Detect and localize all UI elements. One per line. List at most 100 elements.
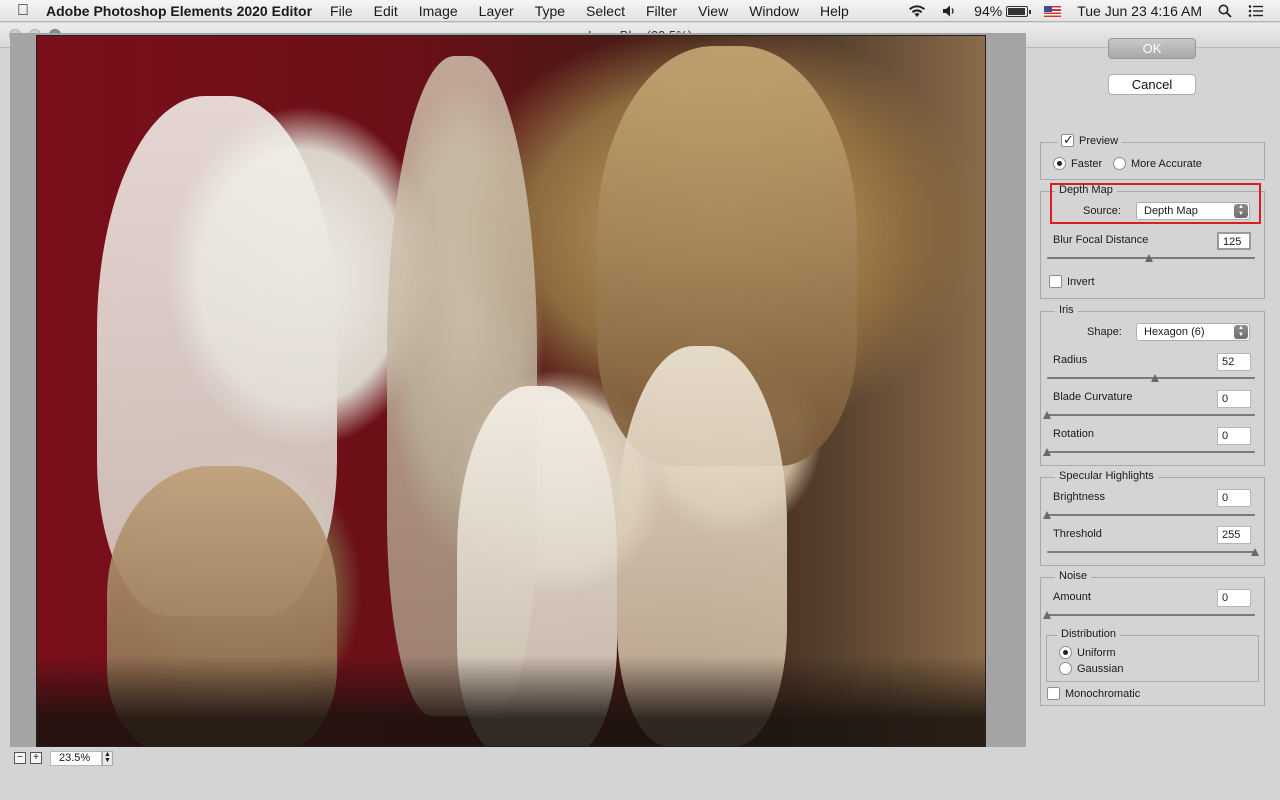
shape-label: Shape:	[1087, 326, 1122, 338]
menu-bar:  Adobe Photoshop Elements 2020 Editor F…	[0, 0, 1280, 22]
noise-legend: Noise	[1055, 570, 1092, 582]
menu-image[interactable]: Image	[419, 3, 458, 19]
slider-thumb[interactable]	[1043, 511, 1051, 520]
battery-percent: 94%	[974, 3, 1003, 19]
amount-slider[interactable]	[1043, 611, 1255, 619]
invert-label: Invert	[1067, 275, 1095, 288]
apple-icon[interactable]: 	[0, 2, 46, 20]
annotation-highlight-box	[1050, 183, 1261, 224]
ok-button[interactable]: OK	[1108, 38, 1196, 59]
battery-indicator[interactable]: 94%	[974, 3, 1032, 19]
distribution-group: Distribution Uniform Gaussian	[1046, 628, 1259, 682]
slider-thumb[interactable]	[1251, 548, 1259, 557]
rotation-slider[interactable]	[1043, 448, 1255, 456]
menu-help[interactable]: Help	[820, 3, 849, 19]
slider-thumb[interactable]	[1043, 611, 1051, 620]
noise-group: Noise Amount 0 Distribution Uniform Gaus…	[1040, 570, 1265, 706]
slider-track	[1047, 514, 1255, 516]
amount-field[interactable]: 0	[1217, 589, 1251, 607]
radius-slider[interactable]	[1047, 374, 1255, 382]
volume-icon[interactable]	[942, 4, 958, 18]
menu-select[interactable]: Select	[586, 3, 625, 19]
menu-edit[interactable]: Edit	[374, 3, 398, 19]
preview-legend: Preview	[1057, 132, 1123, 148]
brightness-slider[interactable]	[1043, 511, 1255, 519]
preview-label: Preview	[1079, 134, 1119, 147]
preview-group: Preview Faster More Accurate	[1040, 132, 1265, 180]
more-accurate-option[interactable]: More Accurate	[1113, 157, 1202, 170]
threshold-label: Threshold	[1053, 528, 1102, 540]
blur-focal-distance-field[interactable]: 125	[1217, 232, 1251, 250]
slider-thumb[interactable]	[1043, 411, 1051, 420]
slider-track	[1047, 614, 1255, 616]
slider-track	[1047, 551, 1255, 553]
chevron-updown-icon: ▲ ▼	[1234, 325, 1248, 339]
blur-focal-distance-slider[interactable]	[1047, 254, 1255, 262]
specular-highlights-legend: Specular Highlights	[1055, 470, 1158, 482]
faster-option[interactable]: Faster	[1053, 157, 1102, 170]
threshold-slider[interactable]	[1047, 548, 1259, 556]
more-accurate-label: More Accurate	[1131, 157, 1202, 170]
rotation-field[interactable]: 0	[1217, 427, 1251, 445]
slider-thumb[interactable]	[1151, 374, 1160, 383]
slider-thumb[interactable]	[1144, 254, 1153, 263]
blade-curvature-slider[interactable]	[1043, 411, 1255, 419]
app-name-menu[interactable]: Adobe Photoshop Elements 2020 Editor	[46, 3, 312, 19]
zoom-controls: − + 23.5% ▲ ▼	[10, 749, 1026, 767]
iris-group: Iris Shape: Hexagon (6) ▲ ▼ Radius 52 Bla…	[1040, 304, 1265, 466]
slider-thumb[interactable]	[1043, 448, 1051, 457]
slider-track	[1047, 414, 1255, 416]
preview-image[interactable]	[36, 35, 986, 747]
shape-select[interactable]: Hexagon (6) ▲ ▼	[1136, 323, 1250, 341]
blade-curvature-field[interactable]: 0	[1217, 390, 1251, 408]
rotation-label: Rotation	[1053, 428, 1094, 440]
menu-window[interactable]: Window	[749, 3, 799, 19]
radius-field[interactable]: 52	[1217, 353, 1251, 371]
gaussian-label: Gaussian	[1077, 662, 1124, 675]
wifi-icon[interactable]	[908, 4, 926, 18]
shelf-shadow	[37, 656, 985, 746]
gaussian-radio[interactable]	[1059, 662, 1072, 675]
notification-center-icon[interactable]	[1248, 4, 1264, 18]
zoom-stepper[interactable]: ▲ ▼	[102, 750, 113, 766]
brightness-label: Brightness	[1053, 491, 1105, 503]
zoom-in-button[interactable]: +	[30, 752, 42, 764]
battery-icon	[1006, 5, 1032, 17]
menu-filter[interactable]: Filter	[646, 3, 677, 19]
gaussian-option[interactable]: Gaussian	[1059, 662, 1123, 675]
cancel-button[interactable]: Cancel	[1108, 74, 1196, 95]
menu-clock[interactable]: Tue Jun 23 4:16 AM	[1077, 3, 1202, 19]
menu-view[interactable]: View	[698, 3, 728, 19]
input-source-flag-icon[interactable]	[1044, 5, 1062, 17]
invert-option[interactable]: Invert	[1049, 275, 1095, 288]
battery-level-fill	[1008, 7, 1026, 15]
uniform-radio[interactable]	[1059, 646, 1072, 659]
zoom-out-button[interactable]: −	[14, 752, 26, 764]
threshold-field[interactable]: 255	[1217, 526, 1251, 544]
uniform-label: Uniform	[1077, 646, 1116, 659]
specular-highlights-group: Specular Highlights Brightness 0 Thresho…	[1040, 470, 1265, 566]
monochromatic-option[interactable]: Monochromatic	[1047, 687, 1140, 700]
preview-checkbox[interactable]	[1061, 132, 1074, 148]
brightness-field[interactable]: 0	[1217, 489, 1251, 507]
more-accurate-radio[interactable]	[1113, 157, 1126, 170]
invert-checkbox[interactable]	[1049, 275, 1062, 288]
faster-radio[interactable]	[1053, 157, 1066, 170]
uniform-option[interactable]: Uniform	[1059, 646, 1116, 659]
radius-label: Radius	[1053, 354, 1088, 366]
blade-curvature-label: Blade Curvature	[1053, 391, 1133, 403]
faster-label: Faster	[1071, 157, 1103, 170]
status-menus: 94% Tue Jun 23 4:16 AM	[908, 0, 1280, 22]
menu-layer[interactable]: Layer	[479, 3, 514, 19]
distribution-legend: Distribution	[1057, 628, 1121, 640]
menu-file[interactable]: File	[330, 3, 353, 19]
slider-track	[1047, 451, 1255, 453]
amount-label: Amount	[1053, 591, 1091, 603]
blur-focal-distance-label: Blur Focal Distance	[1053, 234, 1149, 246]
menu-type[interactable]: Type	[535, 3, 565, 19]
monochromatic-checkbox[interactable]	[1047, 687, 1060, 700]
spotlight-search-icon[interactable]	[1218, 4, 1232, 18]
iris-legend: Iris	[1055, 304, 1078, 316]
zoom-level-field[interactable]: 23.5%	[50, 750, 102, 766]
preview-canvas[interactable]	[10, 33, 1026, 747]
